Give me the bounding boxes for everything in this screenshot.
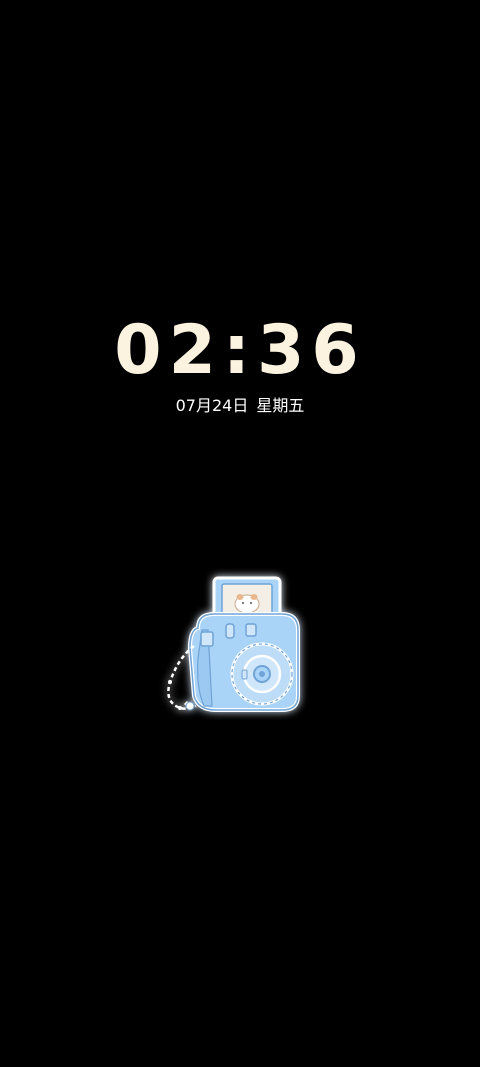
date-row: 07月24日 星期五 bbox=[0, 395, 480, 417]
clock-time: 02:36 bbox=[114, 311, 366, 390]
date-label: 07月24日 bbox=[175, 396, 249, 415]
camera-sticker-icon bbox=[150, 568, 310, 720]
lock-screen: 02:36 07月24日 星期五 bbox=[0, 0, 480, 1067]
weekday-label: 星期五 bbox=[256, 396, 305, 415]
